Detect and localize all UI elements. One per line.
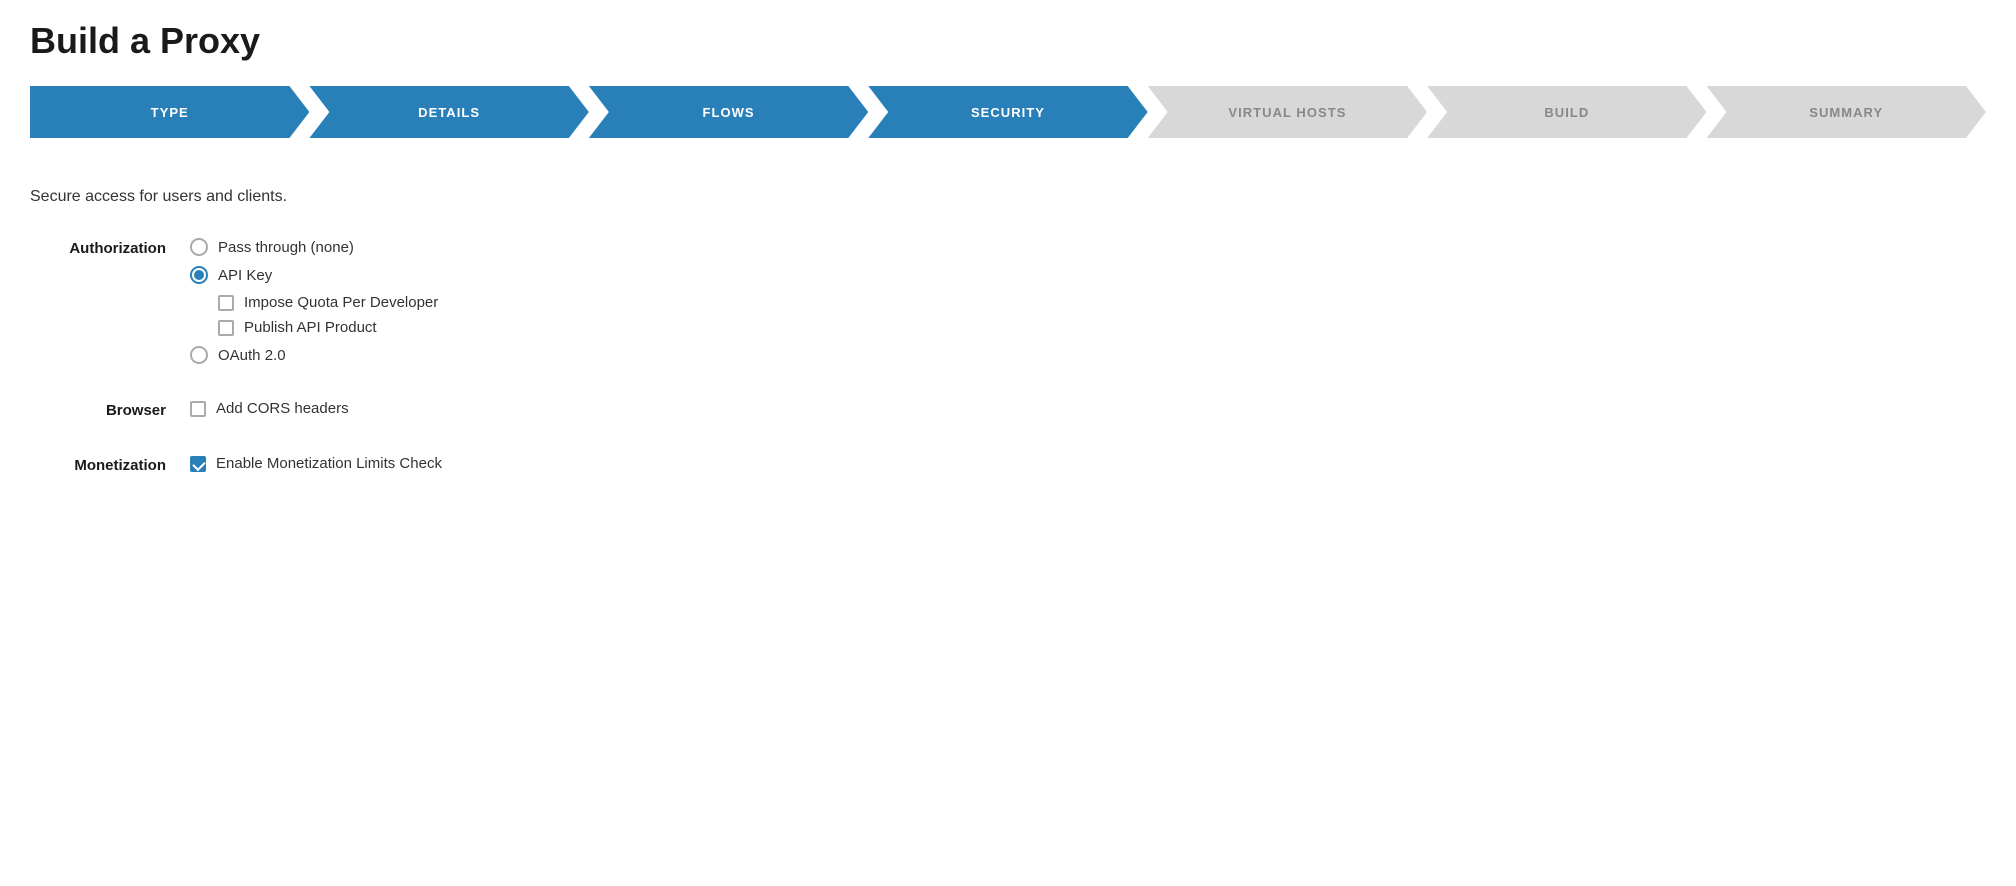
monetization-controls: Enable Monetization Limits Check <box>190 455 442 472</box>
oauth2-label: OAuth 2.0 <box>218 347 286 364</box>
step-summary[interactable]: SUMMARY <box>1707 86 1986 138</box>
publish-api-option[interactable]: Publish API Product <box>218 319 438 336</box>
api-key-sub-options: Impose Quota Per Developer Publish API P… <box>190 294 438 336</box>
authorization-group: Authorization Pass through (none) API Ke… <box>30 238 1986 364</box>
pass-through-option[interactable]: Pass through (none) <box>190 238 438 256</box>
monetization-label: Monetization <box>30 455 190 474</box>
monetization-group: Monetization Enable Monetization Limits … <box>30 455 1986 474</box>
content-area: Secure access for users and clients. Aut… <box>30 178 1986 520</box>
enable-monetization-checkbox[interactable] <box>190 456 206 472</box>
authorization-controls: Pass through (none) API Key Impose Quota… <box>190 238 438 364</box>
pass-through-label: Pass through (none) <box>218 239 354 256</box>
cors-label: Add CORS headers <box>216 400 349 417</box>
page-title: Build a Proxy <box>30 20 1986 62</box>
impose-quota-checkbox[interactable] <box>218 295 234 311</box>
enable-monetization-option[interactable]: Enable Monetization Limits Check <box>190 455 442 472</box>
stepper: TYPE DETAILS FLOWS SECURITY VIRTUAL HOST… <box>30 86 1986 138</box>
api-key-radio[interactable] <box>190 266 208 284</box>
step-virtual-hosts[interactable]: VIRTUAL HOSTS <box>1148 86 1427 138</box>
api-key-option[interactable]: API Key <box>190 266 438 284</box>
impose-quota-option[interactable]: Impose Quota Per Developer <box>218 294 438 311</box>
step-security[interactable]: SECURITY <box>868 86 1147 138</box>
cors-option[interactable]: Add CORS headers <box>190 400 349 417</box>
impose-quota-label: Impose Quota Per Developer <box>244 294 438 311</box>
enable-monetization-label: Enable Monetization Limits Check <box>216 455 442 472</box>
step-flows[interactable]: FLOWS <box>589 86 868 138</box>
step-build[interactable]: BUILD <box>1427 86 1706 138</box>
publish-api-label: Publish API Product <box>244 319 377 336</box>
oauth2-radio[interactable] <box>190 346 208 364</box>
section-description: Secure access for users and clients. <box>30 188 1986 206</box>
publish-api-checkbox[interactable] <box>218 320 234 336</box>
browser-group: Browser Add CORS headers <box>30 400 1986 419</box>
step-type[interactable]: TYPE <box>30 86 309 138</box>
browser-label: Browser <box>30 400 190 419</box>
api-key-label: API Key <box>218 267 272 284</box>
authorization-label: Authorization <box>30 238 190 257</box>
oauth2-option[interactable]: OAuth 2.0 <box>190 346 438 364</box>
pass-through-radio[interactable] <box>190 238 208 256</box>
cors-checkbox[interactable] <box>190 401 206 417</box>
browser-controls: Add CORS headers <box>190 400 349 417</box>
step-details[interactable]: DETAILS <box>309 86 588 138</box>
